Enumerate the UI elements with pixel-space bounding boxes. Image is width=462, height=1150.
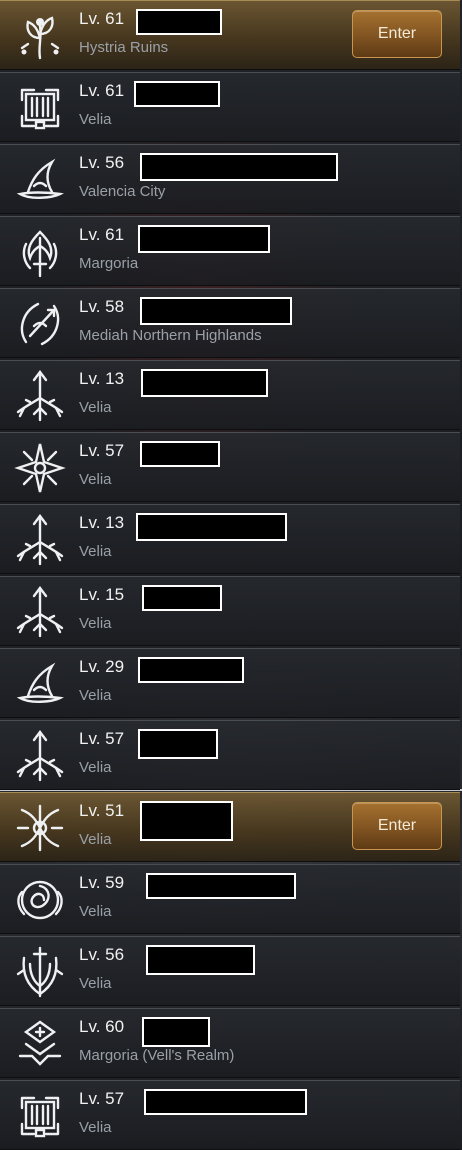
level-label: Lv. 13 — [79, 369, 125, 388]
level-label: Lv. 61 — [79, 81, 125, 100]
ranger-bow-icon — [12, 296, 68, 352]
redacted-name — [138, 657, 244, 683]
witch-hat-icon — [12, 656, 68, 712]
location-label: Margoria (Vell's Realm) — [79, 1047, 235, 1064]
enter-button[interactable]: Enter — [352, 10, 442, 58]
server-row[interactable]: Lv. 60 Margoria (Vell's Realm) — [0, 1008, 460, 1078]
level-label: Lv. 29 — [79, 657, 125, 676]
server-row[interactable]: Lv. 13 Velia — [0, 504, 460, 574]
level-label: Lv. 58 — [79, 297, 125, 316]
level-label: Lv. 51 — [79, 801, 125, 820]
server-row[interactable]: Lv. 59 Velia — [0, 864, 460, 934]
level-label: Lv. 56 — [79, 945, 125, 964]
redacted-name — [136, 9, 222, 35]
flame-sword-icon — [12, 224, 68, 280]
level-label: Lv. 57 — [79, 441, 125, 460]
arrow-crest-icon — [12, 584, 68, 640]
location-label: Velia — [79, 903, 112, 920]
location-label: Hystria Ruins — [79, 39, 169, 56]
server-row[interactable]: Lv. 51 Velia Enter — [0, 792, 460, 862]
redacted-name — [140, 297, 292, 325]
redacted-name — [146, 873, 296, 899]
server-row[interactable]: Lv. 61 Velia — [0, 72, 460, 142]
level-label: Lv. 56 — [79, 153, 125, 172]
redacted-name — [142, 585, 222, 611]
server-row[interactable]: Lv. 56 Velia — [0, 936, 460, 1006]
server-row[interactable]: Lv. 56 Valencia City — [0, 144, 460, 214]
server-row[interactable]: Lv. 61 Hystria Ruins Enter — [0, 0, 460, 70]
redacted-name — [146, 945, 255, 975]
arrow-crest-icon — [12, 512, 68, 568]
level-label: Lv. 61 — [79, 225, 125, 244]
level-label: Lv. 57 — [79, 729, 125, 748]
location-label: Velia — [79, 975, 112, 992]
server-row[interactable]: Lv. 57 Velia — [0, 720, 460, 790]
level-label: Lv. 61 — [79, 9, 125, 28]
star-crest-icon — [12, 440, 68, 496]
shield-sword-icon — [12, 944, 68, 1000]
arrow-crest-icon — [12, 728, 68, 784]
location-label: Velia — [79, 831, 112, 848]
location-label: Margoria — [79, 255, 139, 272]
server-row[interactable]: Lv. 57 Velia — [0, 432, 460, 502]
fortress-icon — [12, 80, 68, 136]
server-row[interactable]: Lv. 61 Margoria — [0, 216, 460, 286]
location-label: Velia — [79, 543, 112, 560]
level-label: Lv. 59 — [79, 873, 125, 892]
server-row[interactable]: Lv. 29 Velia — [0, 648, 460, 718]
redacted-name — [140, 441, 220, 467]
location-label: Mediah Northern Highlands — [79, 327, 262, 344]
location-label: Velia — [79, 615, 112, 632]
location-label: Velia — [79, 687, 112, 704]
arrow-crest-icon — [12, 368, 68, 424]
redacted-name — [136, 513, 287, 541]
server-row[interactable]: Lv. 58 Mediah Northern Highlands — [0, 288, 460, 358]
witch-hat-icon — [12, 152, 68, 208]
server-row[interactable]: Lv. 15 Velia — [0, 576, 460, 646]
location-label: Velia — [79, 471, 112, 488]
redacted-name — [142, 1017, 210, 1047]
location-label: Velia — [79, 759, 112, 776]
location-label: Valencia City — [79, 183, 166, 200]
location-label: Velia — [79, 111, 112, 128]
redacted-name — [141, 369, 268, 397]
redacted-name — [140, 153, 338, 181]
redacted-name — [140, 801, 233, 841]
level-label: Lv. 57 — [79, 1089, 125, 1108]
level-label: Lv. 13 — [79, 513, 125, 532]
level-label: Lv. 15 — [79, 585, 125, 604]
server-row[interactable]: Lv. 13 Velia — [0, 360, 460, 430]
redacted-name — [138, 729, 218, 759]
server-row[interactable]: Lv. 57 Velia — [0, 1080, 460, 1150]
rune-crest-icon — [12, 1016, 68, 1072]
rose-crest-icon — [12, 872, 68, 928]
mystic-crest-icon — [12, 800, 68, 856]
fortress-icon — [12, 1088, 68, 1144]
location-label: Velia — [79, 1119, 112, 1136]
redacted-name — [134, 81, 220, 107]
flower-icon — [12, 8, 68, 64]
enter-button[interactable]: Enter — [352, 802, 442, 850]
location-label: Velia — [79, 399, 112, 416]
level-label: Lv. 60 — [79, 1017, 125, 1036]
redacted-name — [144, 1089, 307, 1115]
redacted-name — [138, 225, 270, 253]
